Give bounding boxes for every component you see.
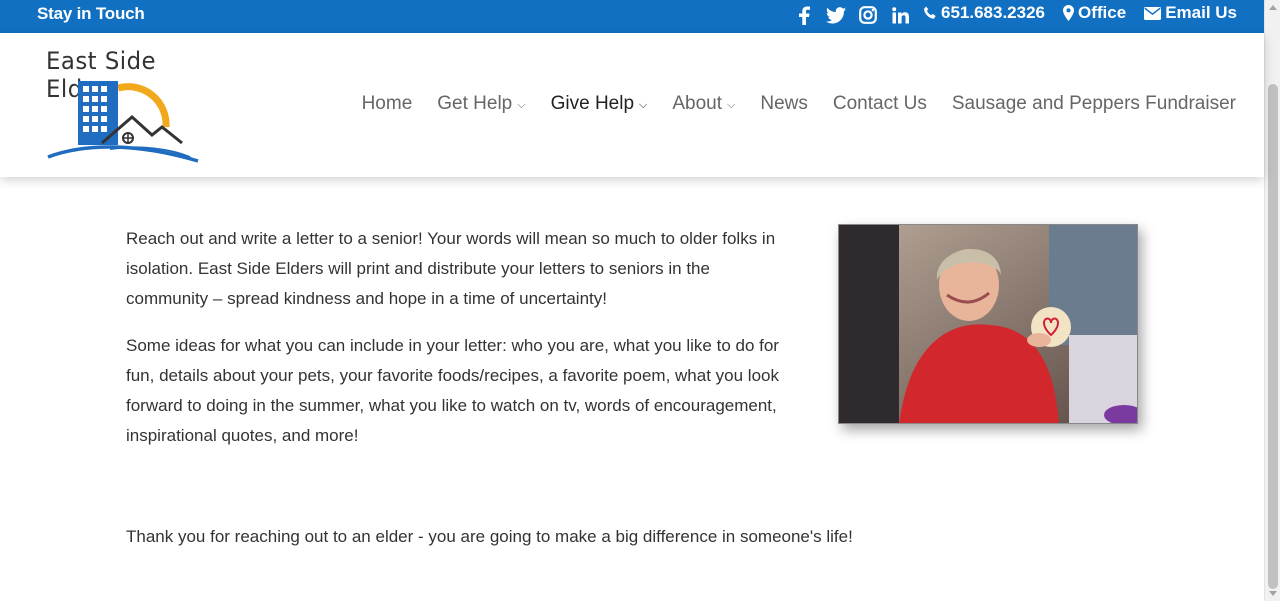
- top-bar-tagline: Stay in Touch: [37, 4, 145, 23]
- top-bar: Stay in Touch 651.683.2326 Office Email …: [0, 0, 1264, 33]
- nav-item-label: Contact Us: [832, 93, 927, 114]
- social-links: [793, 2, 911, 28]
- phone-number: 651.683.2326: [941, 3, 1045, 22]
- nav-item-label: News: [760, 93, 808, 114]
- email-label: Email Us: [1165, 3, 1237, 22]
- nav-item-get-help[interactable]: Get Help ⌵: [437, 93, 525, 115]
- page-scrollbar[interactable]: [1264, 0, 1280, 601]
- nav-item-label: Sausage and Peppers Fundraiser: [951, 93, 1236, 114]
- nav-item-home[interactable]: Home: [362, 93, 413, 115]
- linkedin-icon[interactable]: [889, 4, 911, 26]
- phone-link[interactable]: 651.683.2326: [923, 3, 1045, 23]
- nav-item-label: About: [672, 93, 723, 114]
- scrollbar-thumb[interactable]: [1268, 84, 1278, 589]
- email-link[interactable]: Email Us: [1144, 3, 1237, 23]
- main-nav: Home Get Help ⌵ Give Help ⌵ About ⌵ News…: [362, 93, 1236, 115]
- nav-item-news[interactable]: News: [760, 93, 808, 115]
- chevron-down-icon: ⌵: [639, 98, 648, 111]
- top-bar-contacts: 651.683.2326 Office Email Us: [923, 3, 1237, 23]
- nav-item-label: Home: [361, 93, 413, 114]
- site-logo[interactable]: East Side Elders: [40, 45, 210, 165]
- scroll-down-icon[interactable]: [1269, 591, 1277, 596]
- nav-item-label: Get Help: [437, 93, 513, 114]
- logo-graphic: [47, 81, 199, 163]
- intro-paragraph: Reach out and write a letter to a senior…: [126, 229, 776, 308]
- thank-you-text: Thank you for reaching out to an elder -…: [126, 527, 853, 546]
- nav-item-label: Give Help: [550, 93, 635, 114]
- main-content: Reach out and write a letter to a senior…: [126, 224, 786, 468]
- instagram-icon[interactable]: [857, 4, 879, 26]
- twitter-icon[interactable]: [825, 4, 847, 26]
- phone-icon: [924, 6, 936, 19]
- scroll-up-icon[interactable]: [1269, 5, 1277, 10]
- facebook-icon[interactable]: [793, 4, 815, 26]
- map-marker-icon: [1063, 5, 1074, 21]
- nav-item-contact-us[interactable]: Contact Us: [833, 93, 927, 115]
- office-label: Office: [1078, 3, 1127, 22]
- chevron-down-icon: ⌵: [727, 98, 736, 111]
- nav-item-fundraiser[interactable]: Sausage and Peppers Fundraiser: [952, 93, 1236, 115]
- office-link[interactable]: Office: [1063, 3, 1126, 23]
- volunteer-photo: [838, 224, 1138, 424]
- nav-item-about[interactable]: About ⌵: [672, 93, 735, 115]
- site-header: East Side Elders Home: [0, 33, 1264, 177]
- nav-item-give-help[interactable]: Give Help ⌵: [551, 93, 648, 115]
- envelope-icon: [1144, 6, 1162, 20]
- chevron-down-icon: ⌵: [517, 98, 526, 111]
- ideas-paragraph: Some ideas for what you can include in y…: [126, 336, 779, 445]
